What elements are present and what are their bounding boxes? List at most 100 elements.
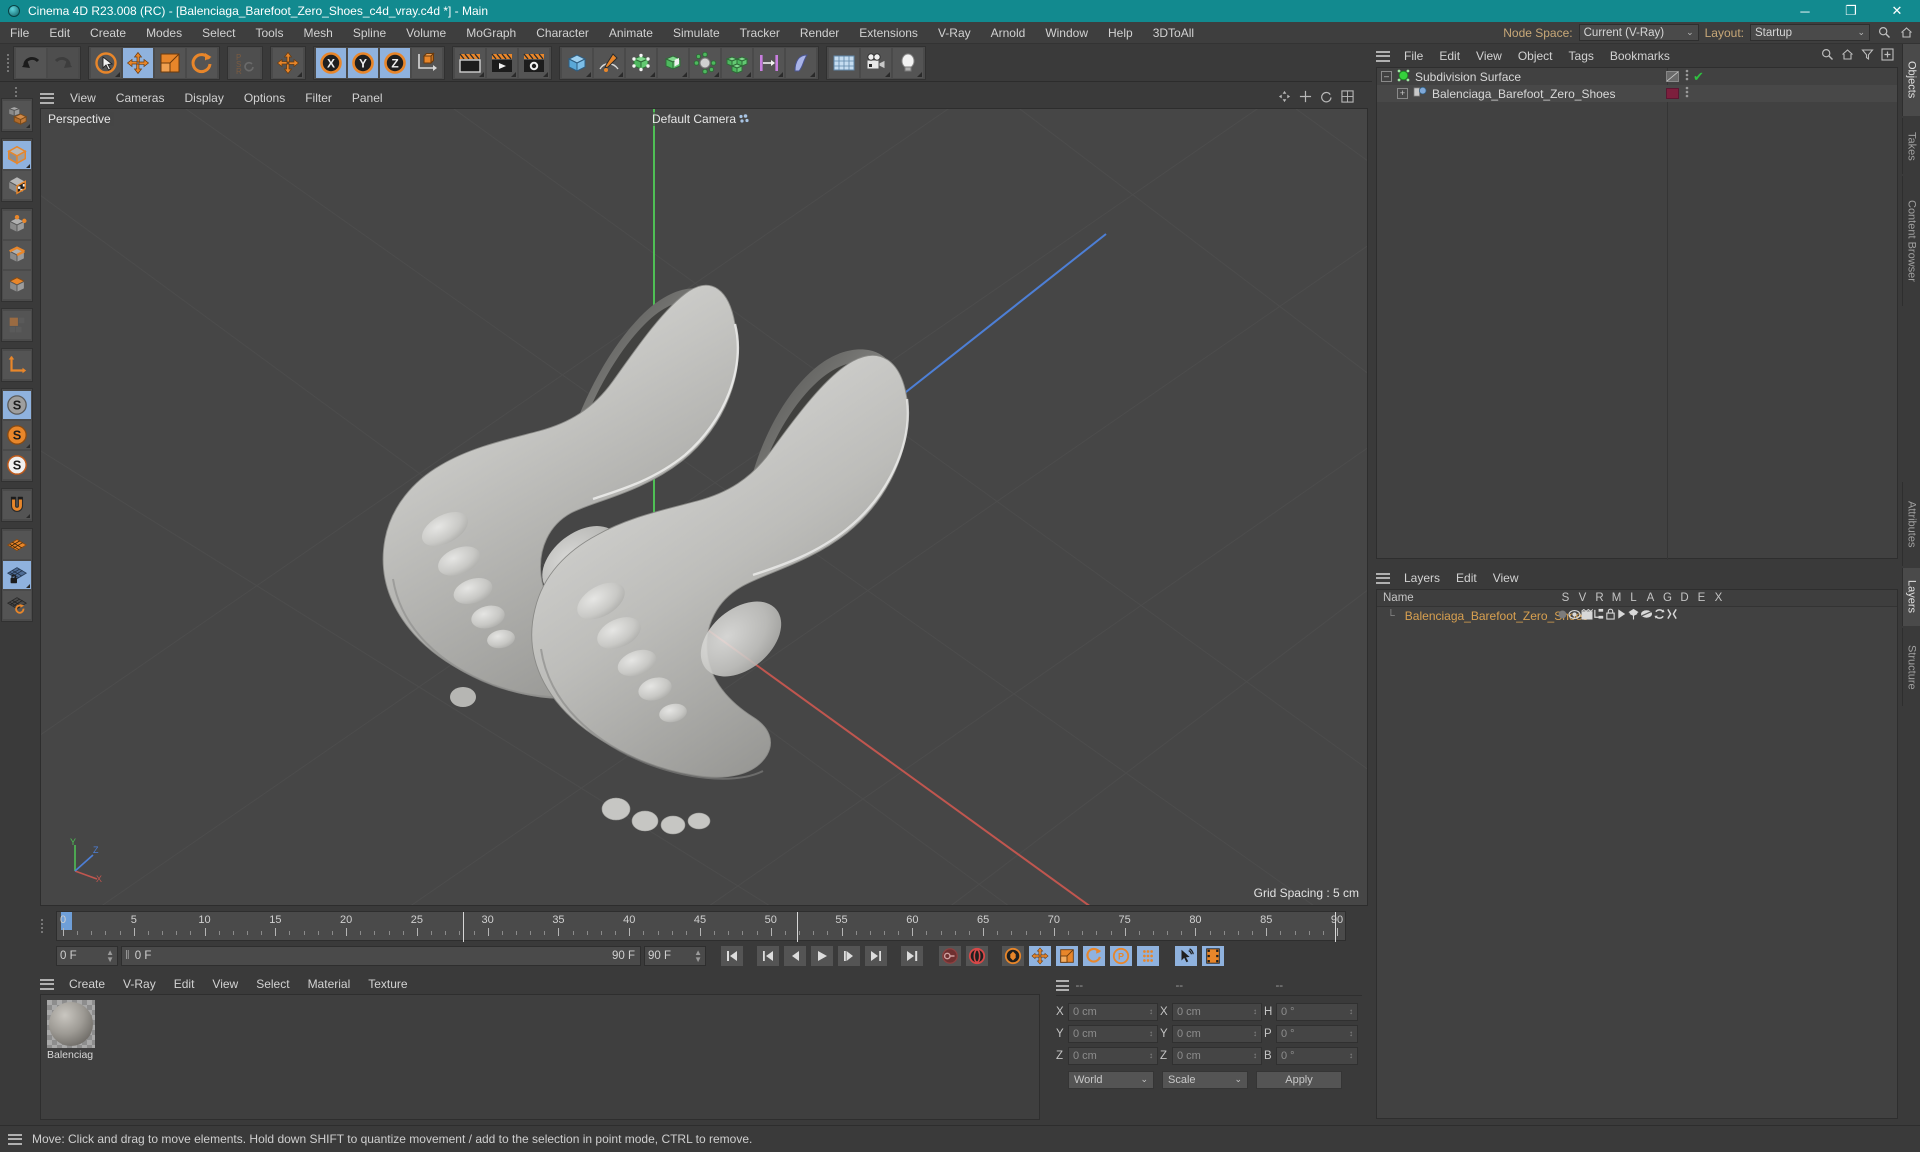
toolbar-drag-handle[interactable]	[4, 48, 11, 78]
object-menu-tags[interactable]: Tags	[1561, 49, 1602, 63]
rotation-key-button[interactable]	[1082, 945, 1106, 967]
add-spline-button[interactable]	[594, 47, 624, 78]
vtab-objects[interactable]: Objects	[1902, 44, 1920, 116]
edges-mode-button[interactable]	[3, 241, 31, 269]
parameter-key-button[interactable]: P	[1109, 945, 1133, 967]
go-to-start-button[interactable]	[720, 945, 744, 967]
menu-item-simulate[interactable]: Simulate	[663, 22, 730, 44]
material-menu-material[interactable]: Material	[299, 977, 360, 991]
point-level-animation-button[interactable]	[1136, 945, 1160, 967]
play-button[interactable]	[810, 945, 834, 967]
lock-workplane-button[interactable]	[3, 561, 31, 589]
lock-z-axis-button[interactable]: Z	[380, 47, 410, 78]
pan-view-icon[interactable]	[1278, 90, 1291, 106]
object-row-subdivision-surface[interactable]: – Subdivision Surface ✔	[1377, 68, 1897, 85]
uv-mode-button[interactable]	[3, 311, 31, 339]
scale-tool[interactable]	[155, 47, 185, 78]
render-view-button[interactable]	[455, 47, 485, 78]
lock-y-axis-button[interactable]: Y	[348, 47, 378, 78]
viewport-menu-handle-icon[interactable]	[40, 92, 54, 104]
end-frame-field[interactable]: 90 F ▲ ▼	[644, 946, 706, 966]
maximize-view-icon[interactable]	[1341, 90, 1354, 106]
viewport-menu-cameras[interactable]: Cameras	[106, 91, 175, 105]
expand-toggle-icon[interactable]: +	[1397, 88, 1408, 99]
menu-item-edit[interactable]: Edit	[39, 22, 80, 44]
rotate-view-icon[interactable]	[1320, 90, 1333, 106]
polygons-mode-button[interactable]	[3, 271, 31, 299]
spinner-icon[interactable]: ↕	[1253, 1051, 1257, 1060]
timeline-drag-handle[interactable]	[38, 912, 45, 940]
undo-button[interactable]	[16, 47, 46, 78]
material-menu-select[interactable]: Select	[247, 977, 298, 991]
timeline-ruler[interactable]: 0 5 10 15 20 25 30 35 40 45 50 55 60 65 70 75 80 85 90	[56, 911, 1346, 942]
spinner-icon[interactable]: ▲ ▼	[106, 949, 114, 964]
coordinate-menu-handle-icon[interactable]	[1056, 980, 1070, 991]
object-menu-object[interactable]: Object	[1510, 49, 1561, 63]
layer-xref-icon[interactable]	[1666, 608, 1678, 623]
zoom-view-icon[interactable]	[1299, 90, 1312, 106]
filter-icon[interactable]	[1861, 48, 1874, 64]
menu-item-spline[interactable]: Spline	[343, 22, 396, 44]
add-cube-button[interactable]	[562, 47, 592, 78]
spinner-icon[interactable]: ▲ ▼	[694, 949, 702, 964]
object-menu-handle-icon[interactable]	[1376, 50, 1390, 62]
add-layer-icon[interactable]	[1881, 48, 1894, 64]
layer-manager-icon[interactable]	[1593, 608, 1605, 623]
vtab-attributes[interactable]: Attributes	[1902, 482, 1920, 566]
minimize-button[interactable]: ─	[1782, 0, 1828, 22]
planar-workplane-button[interactable]	[3, 591, 31, 619]
coord-field-pos-z[interactable]: 0 cm ↕	[1068, 1046, 1158, 1065]
visibility-check-icon[interactable]: ✔	[1693, 69, 1704, 85]
spinner-icon[interactable]: ↕	[1149, 1029, 1153, 1038]
world-object-axis-button[interactable]	[273, 47, 303, 78]
menu-item-extensions[interactable]: Extensions	[849, 22, 928, 44]
layer-row[interactable]: └ Balenciaga_Barefoot_Zero_Shoes	[1377, 607, 1897, 624]
vtab-takes[interactable]: Takes	[1902, 118, 1920, 174]
object-menu-view[interactable]: View	[1468, 49, 1510, 63]
render-to-picture-viewer-button[interactable]	[487, 47, 517, 78]
viewport-menu-view[interactable]: View	[60, 91, 106, 105]
viewport-menu-panel[interactable]: Panel	[342, 91, 393, 105]
current-frame-field[interactable]: 0 F ▲ ▼	[56, 946, 118, 966]
coord-field-pos-x[interactable]: 0 cm ↕	[1068, 1002, 1158, 1021]
object-row-balenciaga[interactable]: + Balenciaga_Barefoot_Zero_Shoes	[1377, 85, 1897, 102]
object-menu-file[interactable]: File	[1396, 49, 1431, 63]
menu-item-mograph[interactable]: MoGraph	[456, 22, 526, 44]
menu-item-tools[interactable]: Tools	[245, 22, 293, 44]
add-mograph-button[interactable]	[722, 47, 752, 78]
coord-field-rot-p[interactable]: 0 ° ↕	[1276, 1024, 1358, 1043]
vtab-layers[interactable]: Layers	[1902, 568, 1920, 626]
menu-item-animate[interactable]: Animate	[599, 22, 663, 44]
material-menu-texture[interactable]: Texture	[359, 977, 416, 991]
menu-item-3dtoall[interactable]: 3DToAll	[1143, 22, 1204, 44]
tag-dots-icon[interactable]	[1685, 69, 1689, 84]
coord-field-rot-b[interactable]: 0 ° ↕	[1276, 1046, 1358, 1065]
object-world-coord-button[interactable]	[412, 47, 442, 78]
model-mode-button[interactable]	[3, 141, 31, 169]
layer-expressions-icon[interactable]	[1653, 608, 1666, 623]
vtab-structure[interactable]: Structure	[1902, 628, 1920, 706]
move-tool[interactable]	[123, 47, 153, 78]
link-to-object-manager-button[interactable]	[1174, 945, 1198, 967]
add-field-button[interactable]	[786, 47, 816, 78]
spinner-icon[interactable]: ↕	[1349, 1051, 1353, 1060]
material-menu-handle-icon[interactable]	[40, 978, 54, 990]
scale-key-button[interactable]	[1055, 945, 1079, 967]
layer-generator-icon[interactable]	[1627, 608, 1640, 623]
previous-frame-button[interactable]	[783, 945, 807, 967]
make-editable-button[interactable]	[3, 101, 31, 129]
texture-mode-button[interactable]	[3, 171, 31, 199]
menu-item-render[interactable]: Render	[790, 22, 849, 44]
add-environment-button[interactable]	[690, 47, 720, 78]
material-menu-vray[interactable]: V-Ray	[114, 977, 165, 991]
material-menu-view[interactable]: View	[203, 977, 247, 991]
add-measure-button[interactable]	[754, 47, 784, 78]
object-menu-edit[interactable]: Edit	[1431, 49, 1468, 63]
material-menu-create[interactable]: Create	[60, 977, 114, 991]
search-icon[interactable]	[1821, 48, 1834, 64]
coord-field-size-z[interactable]: 0 cm ↕	[1172, 1046, 1262, 1065]
search-icon[interactable]	[1876, 25, 1892, 41]
timeline-button[interactable]	[1201, 945, 1225, 967]
rotate-tool[interactable]	[187, 47, 217, 78]
menu-item-volume[interactable]: Volume	[396, 22, 456, 44]
